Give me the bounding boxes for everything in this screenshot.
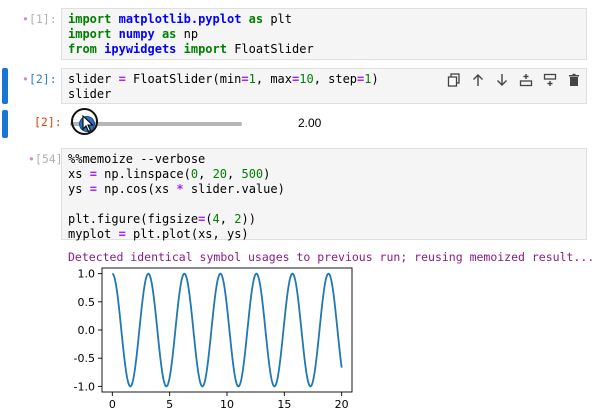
code-cell-1[interactable]: •[1]: import matplotlib.pyplot as plt imp… [0, 8, 600, 60]
code-line: slider [68, 87, 112, 101]
code-line: myplot = plt.plot(xs, ys) [68, 227, 249, 241]
code-editor[interactable]: import matplotlib.pyplot as plt import nu… [61, 8, 587, 60]
slider-readout: 2.00 [298, 116, 322, 130]
cell-toolbar [446, 72, 582, 88]
code-line: xs = np.linspace(0, 20, 500) [68, 167, 271, 181]
y-tick-label: 1.0 [78, 268, 96, 281]
duplicate-icon[interactable] [446, 72, 462, 88]
output-collapser[interactable] [2, 110, 8, 138]
cell-prompt: •[2]: [22, 72, 57, 86]
output-prompt: [2]: [34, 115, 62, 129]
code-cell-3[interactable]: •[54]: %%memoize --verbose xs = np.linspa… [0, 148, 600, 241]
cosine-plot: 0 5 10 15 20 1.0 0.5 0.0 -0.5 -1.0 [74, 267, 353, 411]
code-line: import matplotlib.pyplot as plt [68, 12, 293, 26]
y-tick-label: -1.0 [74, 380, 95, 393]
code-line: ys = np.cos(xs * slider.value) [68, 182, 285, 196]
x-tick-label: 0 [109, 398, 116, 411]
code-cell-2[interactable]: •[2]: slider = FloatSlider(min=1, max=10… [0, 68, 600, 104]
delete-icon[interactable] [566, 72, 582, 88]
y-tick-label: 0.5 [78, 296, 96, 309]
y-tick-label: 0.0 [78, 324, 96, 337]
y-tick-label: -0.5 [74, 352, 95, 365]
move-up-icon[interactable] [470, 72, 486, 88]
code-line: from ipywidgets import FloatSlider [68, 42, 314, 56]
insert-below-icon[interactable] [542, 72, 558, 88]
code-line: import numpy as np [68, 27, 199, 41]
x-tick-label: 15 [277, 398, 291, 411]
mouse-cursor-icon [82, 115, 94, 133]
code-line: plt.figure(figsize=(4, 2)) [68, 212, 256, 226]
cell-prompt: •[1]: [22, 12, 57, 26]
x-tick-label: 20 [335, 398, 349, 411]
series-line [111, 272, 343, 388]
code-line: %%memoize --verbose [68, 152, 206, 166]
insert-above-icon[interactable] [518, 72, 534, 88]
move-down-icon[interactable] [494, 72, 510, 88]
code-editor[interactable]: %%memoize --verbose xs = np.linspace(0, 2… [61, 148, 587, 241]
x-tick-label: 10 [220, 398, 234, 411]
cell-collapser[interactable] [2, 68, 8, 104]
x-tick-label: 5 [166, 398, 173, 411]
